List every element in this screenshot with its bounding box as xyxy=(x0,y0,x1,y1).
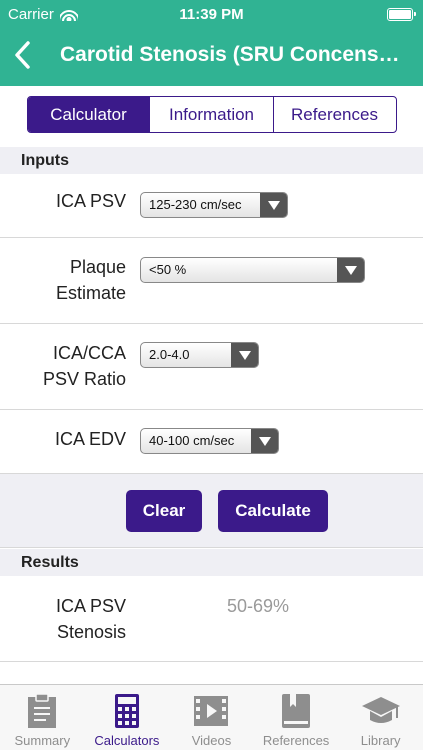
nav-bar: Carrier 11:39 PM Carotid Stenosis (SRU C… xyxy=(0,0,423,86)
film-icon xyxy=(191,693,231,729)
ica-psv-stenosis-label-line2: Stenosis xyxy=(56,622,126,642)
tab-calculators[interactable]: Calculators xyxy=(85,685,170,750)
tab-calculator[interactable]: Calculator xyxy=(28,97,150,132)
tab-references[interactable]: References xyxy=(254,685,339,750)
book-icon xyxy=(276,693,316,729)
plaque-estimate-select[interactable]: <50 % xyxy=(140,257,365,283)
battery-icon xyxy=(387,8,416,21)
ica-psv-stenosis-value: 50-69% xyxy=(227,596,290,616)
chevron-left-icon xyxy=(15,41,30,69)
inputs-section-header: Inputs xyxy=(0,147,423,174)
plaque-estimate-label-line2: Estimate xyxy=(55,283,126,303)
plaque-estimate-label: Plaque Estimate xyxy=(56,254,126,306)
tab-information[interactable]: Information xyxy=(150,97,274,132)
tab-library[interactable]: Library xyxy=(338,685,423,750)
ica-edv-label: ICA EDV xyxy=(54,429,126,449)
ica-edv-value: 40-100 cm/sec xyxy=(149,433,235,448)
ica-edv-select[interactable]: 40-100 cm/sec xyxy=(140,428,279,454)
result-row-ica-psv-stenosis: ICA PSV Stenosis 50-69% xyxy=(0,576,423,662)
tab-bar: Summary Calculators Videos References Li… xyxy=(0,684,423,750)
ica-cca-ratio-value: 2.0-4.0 xyxy=(149,347,190,362)
calculator-icon xyxy=(107,693,147,729)
tab-summary-label: Summary xyxy=(14,733,71,748)
back-button[interactable] xyxy=(10,38,34,72)
ica-cca-ratio-label-line2: PSV Ratio xyxy=(42,369,126,389)
clipboard-icon xyxy=(22,693,62,729)
status-time: 11:39 PM xyxy=(179,6,244,23)
ica-cca-ratio-label-line1: ICA/CCA xyxy=(52,343,126,363)
ica-psv-value: 125-230 cm/sec xyxy=(149,197,242,212)
input-row-ica-edv: ICA EDV 40-100 cm/sec xyxy=(0,410,423,474)
plaque-estimate-label-line1: Plaque xyxy=(69,257,126,277)
tab-videos-label: Videos xyxy=(191,733,232,748)
dropdown-arrow-icon xyxy=(251,429,278,453)
tab-videos[interactable]: Videos xyxy=(169,685,254,750)
dropdown-arrow-icon xyxy=(337,258,364,282)
tab-references[interactable]: References xyxy=(274,97,395,132)
ica-psv-stenosis-label: ICA PSV Stenosis xyxy=(56,593,126,645)
segmented-control: Calculator Information References xyxy=(27,96,397,133)
clear-button[interactable]: Clear xyxy=(126,490,202,532)
tab-library-label: Library xyxy=(360,733,401,748)
page-title: Carotid Stenosis (SRU Concens… xyxy=(60,43,400,66)
input-row-ica-cca-ratio: ICA/CCA PSV Ratio 2.0-4.0 xyxy=(0,324,423,410)
tab-references-label: References xyxy=(262,733,330,748)
dropdown-arrow-icon xyxy=(231,343,258,367)
tab-summary[interactable]: Summary xyxy=(0,685,85,750)
ica-psv-stenosis-label-line1: ICA PSV xyxy=(55,596,126,616)
results-section-header: Results xyxy=(0,549,423,576)
graduation-cap-icon xyxy=(361,693,401,729)
status-bar: Carrier 11:39 PM xyxy=(0,0,423,30)
calculate-button[interactable]: Calculate xyxy=(218,490,328,532)
action-buttons: Clear Calculate xyxy=(0,474,423,548)
tab-calculators-label: Calculators xyxy=(94,733,160,748)
ica-cca-ratio-select[interactable]: 2.0-4.0 xyxy=(140,342,259,368)
plaque-estimate-value: <50 % xyxy=(149,262,187,277)
ica-psv-label: ICA PSV xyxy=(55,191,126,211)
ica-cca-ratio-label: ICA/CCA PSV Ratio xyxy=(43,340,126,392)
input-row-ica-psv: ICA PSV 125-230 cm/sec xyxy=(0,174,423,238)
input-row-plaque-estimate: Plaque Estimate <50 % xyxy=(0,238,423,324)
ica-psv-select[interactable]: 125-230 cm/sec xyxy=(140,192,288,218)
dropdown-arrow-icon xyxy=(260,193,287,217)
